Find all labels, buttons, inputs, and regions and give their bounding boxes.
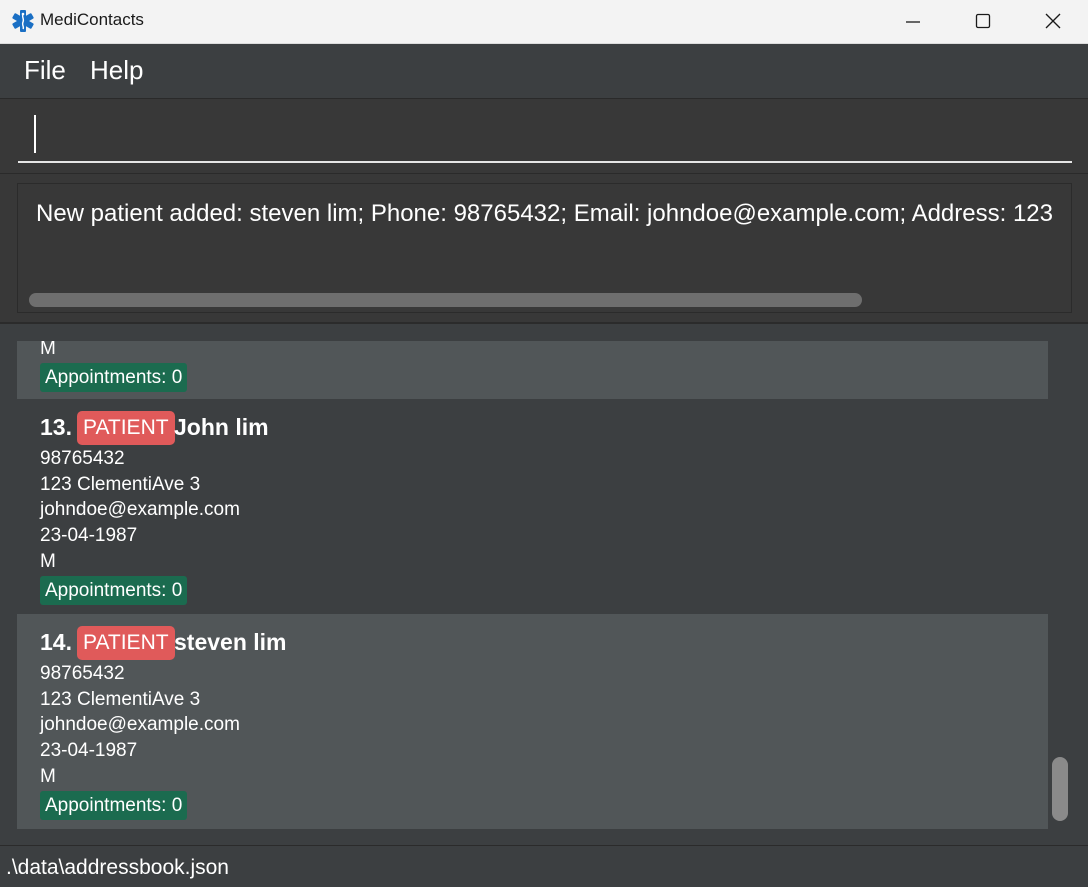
medical-star-icon bbox=[11, 9, 35, 33]
person-card[interactable]: 14. PATIENT steven lim 98765432 123 Clem… bbox=[17, 614, 1048, 829]
status-bar: .\data\addressbook.json bbox=[0, 845, 1088, 887]
data-file-path: .\data\addressbook.json bbox=[6, 856, 229, 879]
window-title: MediContacts bbox=[40, 10, 144, 29]
person-email: johndoe@example.com bbox=[40, 714, 240, 735]
text-caret bbox=[34, 115, 36, 153]
menu-bar: File Help bbox=[0, 44, 1088, 98]
person-gender: M bbox=[40, 551, 56, 572]
minimize-button[interactable] bbox=[890, 0, 936, 44]
person-list[interactable]: M Appointments: 0 13. PATIENT John lim 9… bbox=[17, 341, 1048, 829]
menu-help[interactable]: Help bbox=[90, 55, 143, 86]
person-gender: M bbox=[40, 766, 56, 787]
person-card[interactable]: M Appointments: 0 bbox=[17, 341, 1048, 399]
person-name: John lim bbox=[174, 414, 269, 440]
maximize-button[interactable] bbox=[960, 0, 1006, 44]
person-address: 123 ClementiAve 3 bbox=[40, 689, 201, 710]
close-button[interactable] bbox=[1030, 0, 1076, 44]
maximize-icon bbox=[975, 13, 991, 29]
title-bar: MediContacts bbox=[0, 0, 1088, 44]
person-name: steven lim bbox=[174, 629, 287, 655]
minimize-icon bbox=[906, 21, 920, 23]
person-list-panel: M Appointments: 0 13. PATIENT John lim 9… bbox=[0, 325, 1088, 845]
appointments-badge: Appointments: 0 bbox=[40, 576, 188, 605]
menu-file[interactable]: File bbox=[24, 55, 66, 86]
person-index: 13. bbox=[40, 414, 72, 440]
result-message: New patient added: steven lim; Phone: 98… bbox=[36, 200, 1053, 227]
command-input[interactable] bbox=[18, 107, 1072, 163]
patient-tag: PATIENT bbox=[77, 626, 175, 660]
command-box-area bbox=[0, 98, 1088, 174]
result-display[interactable]: New patient added: steven lim; Phone: 98… bbox=[17, 183, 1072, 313]
person-card[interactable]: 13. PATIENT John lim 98765432 123 Clemen… bbox=[17, 399, 1048, 614]
person-gender: M bbox=[40, 341, 56, 359]
appointments-badge: Appointments: 0 bbox=[40, 363, 188, 392]
result-display-area: New patient added: steven lim; Phone: 98… bbox=[0, 174, 1088, 324]
patient-tag: PATIENT bbox=[77, 411, 175, 445]
vertical-scrollbar-thumb[interactable] bbox=[1052, 757, 1068, 821]
person-phone: 98765432 bbox=[40, 663, 125, 684]
person-email: johndoe@example.com bbox=[40, 499, 240, 520]
horizontal-scrollbar-thumb[interactable] bbox=[29, 293, 862, 307]
person-address: 123 ClementiAve 3 bbox=[40, 474, 201, 495]
close-icon bbox=[1045, 13, 1061, 29]
person-phone: 98765432 bbox=[40, 448, 125, 469]
person-dob: 23-04-1987 bbox=[40, 740, 138, 761]
person-index: 14. bbox=[40, 629, 72, 655]
person-dob: 23-04-1987 bbox=[40, 525, 138, 546]
appointments-badge: Appointments: 0 bbox=[40, 791, 188, 820]
